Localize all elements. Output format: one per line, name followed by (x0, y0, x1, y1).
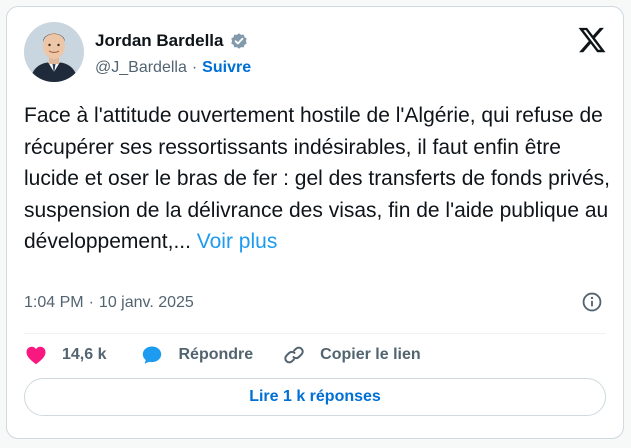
copy-link-button[interactable]: Copier le lien (282, 343, 421, 367)
timestamp-separator: · (88, 294, 94, 311)
reply-label: Répondre (178, 346, 254, 363)
tweet-time: 1:04 PM (24, 294, 84, 311)
handle-separator: · (191, 59, 198, 76)
read-replies-button[interactable]: Lire 1 k réponses (24, 378, 606, 416)
link-icon (284, 346, 304, 364)
heart-icon (26, 346, 46, 365)
like-button[interactable]: 14,6 k (24, 343, 106, 367)
follow-button[interactable]: Suivre (202, 59, 251, 77)
tweet-timestamp[interactable]: 1:04 PM · 10 janv. 2025 (24, 292, 194, 314)
show-more-link[interactable]: Voir plus (197, 230, 278, 253)
tweet-date: 10 janv. 2025 (98, 294, 194, 311)
verified-badge-icon (230, 33, 247, 49)
author-handle-row: @J_Bardella · Suivre (95, 57, 251, 79)
info-icon[interactable] (581, 291, 603, 313)
reply-bubble-icon (143, 346, 162, 364)
author-handle[interactable]: @J_Bardella (95, 59, 187, 77)
reply-button[interactable]: Répondre (140, 343, 253, 367)
action-bar: 14,6 k Répondre Copier le lien (24, 340, 421, 370)
tweet-body: Face à l'attitude ouvertement hostile de… (24, 104, 610, 254)
author-name-row: Jordan Bardella (95, 29, 249, 53)
x-logo-icon[interactable] (577, 25, 607, 55)
avatar[interactable] (24, 22, 84, 82)
like-count: 14,6 k (62, 346, 107, 363)
copy-link-label: Copier le lien (320, 346, 421, 363)
avatar-image (24, 22, 84, 82)
tweet-card[interactable]: Jordan Bardella @J_Bardella · Suivre Fac… (6, 6, 624, 439)
author-name[interactable]: Jordan Bardella (95, 31, 224, 51)
tweet-text: Face à l'attitude ouvertement hostile de… (24, 100, 610, 258)
divider (24, 333, 606, 334)
